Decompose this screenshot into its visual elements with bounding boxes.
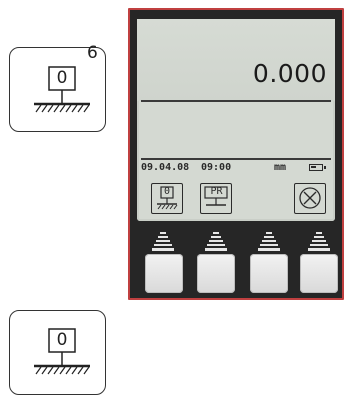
zero-label: 0	[56, 68, 68, 88]
battery-level-fill	[311, 166, 316, 168]
footnote-number: 6	[87, 43, 98, 63]
softkey-button-4[interactable]	[300, 254, 338, 293]
zero-reference-legend-icon-bottom: 0	[9, 310, 106, 395]
zero-reference-icon	[34, 328, 90, 375]
measurement-reading: 0.000	[252, 59, 327, 88]
softkey-button-3[interactable]	[250, 254, 288, 293]
display-divider	[141, 100, 331, 102]
status-unit: mm	[274, 162, 287, 173]
lcd-display: 0.000 09.04.08 09:00 mm 0 PR	[137, 19, 335, 221]
up-arrow-icon	[258, 232, 280, 251]
status-time: 09:00	[201, 162, 232, 173]
softkey-cancel-icon	[294, 183, 326, 214]
status-divider	[141, 158, 331, 160]
zero-label: 0	[56, 330, 68, 350]
up-arrow-icon	[152, 232, 174, 251]
softkey-preset-label: PR	[210, 186, 223, 197]
battery-icon	[309, 164, 326, 171]
softkey-button-1[interactable]	[145, 254, 183, 293]
measuring-device: 0.000 09.04.08 09:00 mm 0 PR	[128, 8, 344, 300]
softkey-button-2[interactable]	[197, 254, 235, 293]
up-arrow-icon	[308, 232, 330, 251]
softkey-zero-label: 0	[163, 186, 171, 197]
status-bar: 09.04.08 09:00 mm	[141, 161, 331, 175]
status-date: 09.04.08	[141, 162, 190, 173]
softkey-preset-icon: PR	[200, 183, 232, 214]
softkey-zero-icon: 0	[151, 183, 183, 214]
up-arrow-icon	[205, 232, 227, 251]
cancel-circle-icon	[299, 187, 321, 209]
